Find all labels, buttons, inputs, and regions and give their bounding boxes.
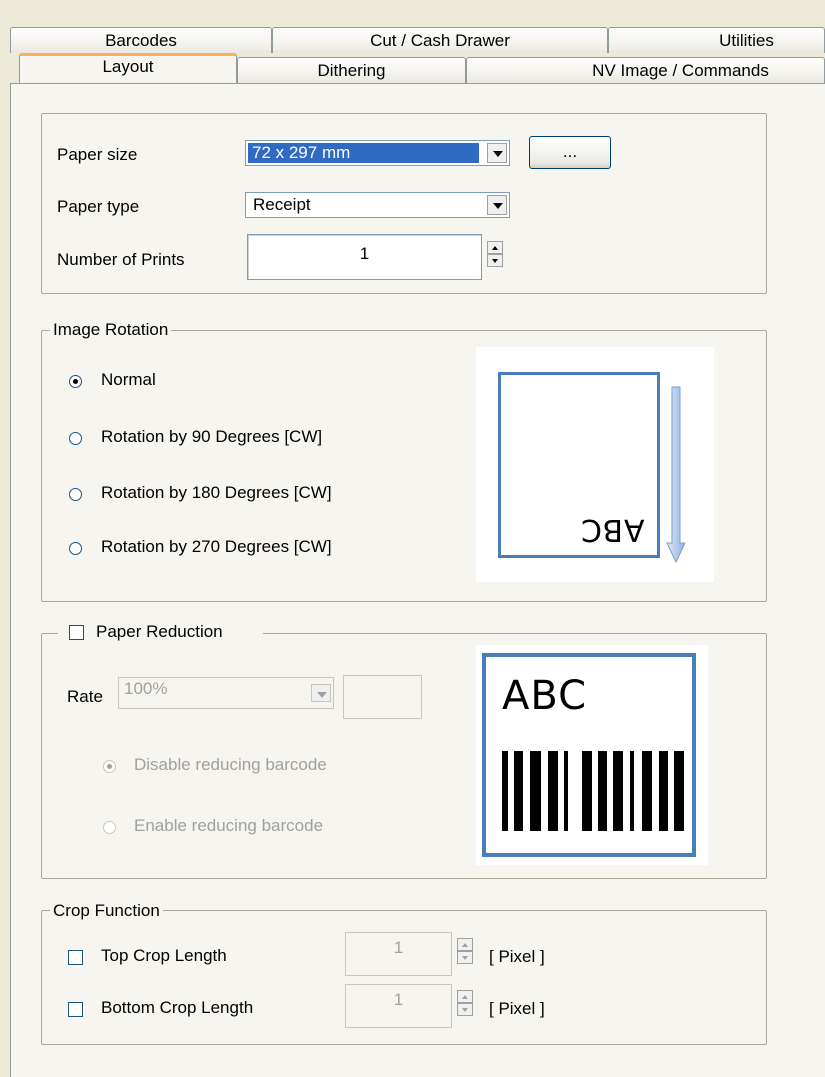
- spin-down-icon[interactable]: [487, 254, 503, 267]
- top-crop-input[interactable]: 1: [345, 932, 452, 976]
- rate-select[interactable]: 100%: [118, 677, 334, 709]
- spin-up-icon[interactable]: [457, 990, 473, 1003]
- reduction-preview: ABC: [476, 645, 708, 865]
- disable-reducing-barcode-label[interactable]: Disable reducing barcode: [134, 755, 327, 775]
- rotation-270-radio[interactable]: [69, 542, 82, 555]
- paper-type-value: Receipt: [253, 195, 311, 214]
- barcode-icon: [502, 751, 684, 831]
- rate-value: 100%: [124, 679, 168, 698]
- tab-utilities[interactable]: Utilities: [608, 27, 825, 53]
- rotation-180-radio[interactable]: [69, 488, 82, 501]
- rotation-normal-radio[interactable]: [69, 375, 82, 388]
- enable-reducing-barcode-label[interactable]: Enable reducing barcode: [134, 816, 323, 836]
- crop-function-title: Crop Function: [50, 901, 163, 921]
- reduction-preview-text: ABC: [502, 673, 588, 719]
- disable-reducing-barcode-radio[interactable]: [103, 760, 116, 773]
- bottom-crop-input[interactable]: 1: [345, 984, 452, 1028]
- paper-size-browse-button[interactable]: ...: [529, 136, 611, 169]
- top-crop-unit: [ Pixel ]: [489, 947, 545, 966]
- down-arrow-icon: [666, 386, 686, 564]
- rotation-preview: ABC: [476, 347, 714, 582]
- chevron-down-icon[interactable]: [311, 684, 331, 702]
- rotation-180-label[interactable]: Rotation by 180 Degrees [CW]: [101, 483, 332, 503]
- num-prints-spinner[interactable]: [487, 241, 503, 267]
- paper-size-value: 72 x 297 mm: [248, 143, 479, 163]
- tab-nv-image-commands[interactable]: NV Image / Commands: [466, 57, 825, 83]
- top-crop-checkbox[interactable]: [68, 950, 83, 965]
- tab-barcodes[interactable]: Barcodes: [10, 27, 272, 53]
- image-rotation-title: Image Rotation: [50, 320, 172, 340]
- top-crop-spinner[interactable]: [457, 938, 473, 964]
- tab-cut-cash-drawer[interactable]: Cut / Cash Drawer: [272, 27, 608, 53]
- spin-up-icon[interactable]: [487, 241, 503, 254]
- bottom-crop-checkbox[interactable]: [68, 1002, 83, 1017]
- rate-custom-input[interactable]: [343, 675, 422, 719]
- paper-type-label: Paper type: [57, 197, 140, 216]
- rotation-270-label[interactable]: Rotation by 270 Degrees [CW]: [101, 537, 332, 557]
- tab-layout[interactable]: Layout: [19, 53, 237, 83]
- rate-label: Rate: [67, 687, 103, 706]
- rotation-normal-label[interactable]: Normal: [101, 370, 156, 390]
- spin-down-icon[interactable]: [457, 951, 473, 964]
- bottom-crop-spinner[interactable]: [457, 990, 473, 1016]
- rotation-90-label[interactable]: Rotation by 90 Degrees [CW]: [101, 427, 322, 447]
- bottom-crop-unit: [ Pixel ]: [489, 999, 545, 1018]
- paper-reduction-title[interactable]: Paper Reduction: [96, 622, 223, 642]
- spin-up-icon[interactable]: [457, 938, 473, 951]
- paper-reduction-checkbox[interactable]: [69, 625, 84, 640]
- paper-size-select[interactable]: 72 x 297 mm: [245, 140, 510, 166]
- bottom-crop-label[interactable]: Bottom Crop Length: [101, 998, 253, 1018]
- rotation-preview-page: ABC: [498, 372, 660, 558]
- chevron-down-icon[interactable]: [487, 195, 507, 215]
- paper-type-select[interactable]: Receipt: [245, 192, 510, 218]
- paper-size-label: Paper size: [57, 145, 138, 164]
- reduction-preview-page: ABC: [482, 653, 696, 857]
- num-prints-input[interactable]: 1: [247, 234, 482, 280]
- rotation-90-radio[interactable]: [69, 432, 82, 445]
- spin-down-icon[interactable]: [457, 1003, 473, 1016]
- tab-dithering[interactable]: Dithering: [237, 57, 466, 83]
- num-prints-label: Number of Prints: [57, 250, 185, 269]
- rotation-preview-text: ABC: [580, 512, 645, 547]
- enable-reducing-barcode-radio[interactable]: [103, 821, 116, 834]
- top-crop-label[interactable]: Top Crop Length: [101, 946, 227, 966]
- chevron-down-icon[interactable]: [487, 143, 507, 163]
